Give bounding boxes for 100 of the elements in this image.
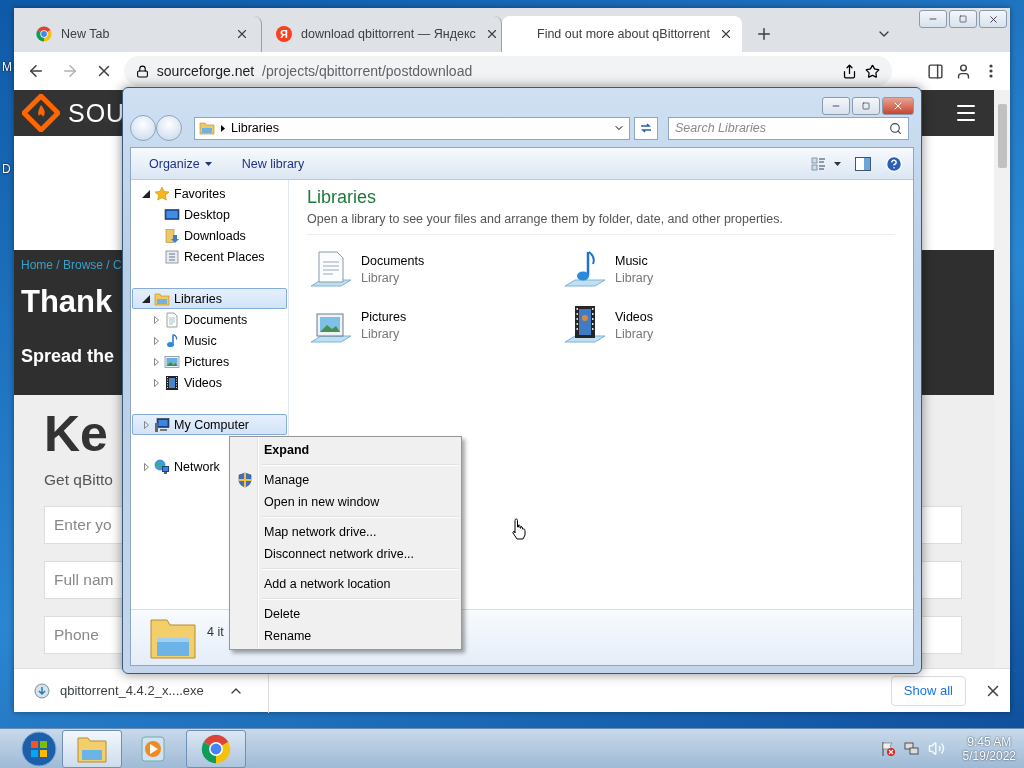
refresh-button[interactable] — [634, 116, 658, 140]
library-name[interactable]: Pictures — [361, 309, 407, 324]
lock-icon — [135, 64, 149, 78]
nav-item[interactable]: Libraries — [132, 288, 287, 309]
minimize-button[interactable] — [919, 10, 947, 28]
section-heading: Ke — [44, 409, 108, 459]
browser-logo-icon — [201, 733, 231, 764]
nav-item[interactable]: Documents — [132, 309, 287, 330]
grid-icon — [164, 248, 180, 265]
show-all-button[interactable]: Show all — [890, 675, 966, 706]
shield-icon — [237, 472, 253, 488]
expanded-arrow-icon[interactable] — [142, 294, 150, 303]
film-icon — [164, 374, 180, 391]
library-type: Library — [361, 270, 401, 285]
close-icon — [719, 27, 733, 41]
taskbar-button[interactable] — [62, 729, 122, 768]
close-icon — [987, 13, 999, 25]
menu-item[interactable]: Delete — [232, 603, 459, 625]
logo-text: SOU — [68, 98, 126, 128]
maximize-icon — [959, 15, 967, 23]
network-icon[interactable] — [903, 740, 920, 757]
library-name[interactable]: Documents — [361, 253, 425, 268]
share-icon[interactable] — [842, 63, 858, 79]
view-options-icon[interactable] — [811, 156, 841, 171]
music-note-icon — [164, 332, 180, 349]
url-host: sourceforge.net — [156, 63, 255, 79]
taskbar-button[interactable] — [186, 729, 246, 768]
downloads-folder-icon — [164, 227, 180, 244]
page-subheading: Spread the — [21, 346, 115, 367]
menu-item[interactable]: Map network drive... — [232, 521, 459, 543]
content-heading: Libraries — [307, 187, 378, 208]
scroll-thumb[interactable] — [997, 104, 1007, 168]
menu-item[interactable]: Manage — [232, 469, 459, 491]
library-name[interactable]: Videos — [615, 309, 654, 324]
close-icon — [235, 27, 249, 41]
nav-item[interactable]: Music — [132, 330, 287, 351]
command-button[interactable]: Organize — [149, 156, 212, 171]
search-field[interactable]: Search Libraries — [668, 116, 909, 140]
computer-icon — [154, 416, 170, 433]
breadcrumb[interactable]: Home / Browse / C — [21, 258, 122, 272]
close-button[interactable] — [882, 97, 914, 115]
menu-item[interactable]: Disconnect network drive... — [232, 543, 459, 565]
nav-item[interactable]: Videos — [132, 372, 287, 393]
flag-icon[interactable] — [879, 740, 896, 757]
menu-item[interactable]: Add a network location — [232, 573, 459, 595]
nav-item[interactable]: Recent Places — [132, 246, 287, 267]
help-icon[interactable] — [885, 154, 903, 173]
document-icon — [164, 311, 180, 328]
address-field[interactable]: Libraries — [194, 116, 630, 140]
forward-button[interactable] — [156, 115, 182, 141]
preview-pane-icon[interactable] — [855, 156, 871, 171]
folder-icon — [199, 120, 215, 136]
collapsed-arrow-icon[interactable] — [153, 378, 159, 387]
menu-dots-icon — [989, 64, 993, 78]
close-icon — [892, 100, 904, 112]
windows-logo-icon — [20, 729, 58, 768]
collapsed-arrow-icon[interactable] — [153, 315, 159, 324]
search-icon[interactable] — [889, 121, 902, 135]
scrollbar[interactable] — [994, 90, 1010, 668]
command-button[interactable]: New library — [241, 156, 305, 171]
collapsed-arrow-icon[interactable] — [143, 462, 149, 471]
breadcrumb[interactable]: Libraries — [231, 121, 279, 135]
site-badge: Я — [276, 26, 292, 42]
library-type: Library — [361, 326, 401, 341]
folder-icon — [154, 290, 170, 307]
path-arrow-icon[interactable] — [221, 124, 225, 132]
maximize-button[interactable] — [949, 10, 977, 28]
start-button[interactable] — [18, 728, 60, 768]
page-heading: Thank — [21, 284, 113, 320]
nav-item[interactable]: Pictures — [132, 351, 287, 372]
collapsed-arrow-icon[interactable] — [153, 336, 159, 345]
star-icon — [154, 185, 170, 202]
side-panel-icon — [926, 62, 944, 80]
download-file-name[interactable]: qbittorrent_4.4.2_x....exe — [60, 683, 204, 698]
nav-item[interactable]: Desktop — [132, 204, 287, 225]
nav-item[interactable]: Downloads — [132, 225, 287, 246]
collapsed-arrow-icon[interactable] — [143, 420, 149, 429]
bookmark-star-icon[interactable] — [865, 63, 881, 79]
monitor-icon — [164, 206, 180, 223]
library-name[interactable]: Music — [615, 253, 654, 268]
back-button[interactable] — [130, 115, 156, 141]
expanded-arrow-icon[interactable] — [142, 189, 150, 198]
globe-icon — [154, 458, 170, 475]
menu-item[interactable]: Expand — [232, 439, 459, 461]
minimize-button[interactable] — [822, 97, 850, 115]
url-path: /projects/qbittorrent/postdownload — [262, 63, 474, 79]
installer-icon — [34, 682, 50, 699]
content-description: Open a library to see your files and arrange them by folder, date, and other properties. — [307, 212, 784, 226]
menu-item[interactable]: Open in new window — [232, 491, 459, 513]
caret-icon — [204, 161, 212, 166]
diamond-logo-icon — [22, 94, 60, 132]
hand-cursor-icon — [511, 518, 527, 540]
collapsed-arrow-icon[interactable] — [153, 357, 159, 366]
nav-item[interactable]: My Computer — [132, 414, 287, 435]
browser-tab[interactable]: Find out more about qBittorrent — [502, 16, 742, 52]
address-bar[interactable]: sourceforge.net /projects/qbittorrent/postdownload — [123, 56, 893, 86]
nav-item[interactable]: Favorites — [132, 183, 287, 204]
close-button[interactable] — [979, 10, 1007, 28]
menu-item[interactable]: Rename — [232, 625, 459, 647]
maximize-button[interactable] — [852, 97, 880, 115]
